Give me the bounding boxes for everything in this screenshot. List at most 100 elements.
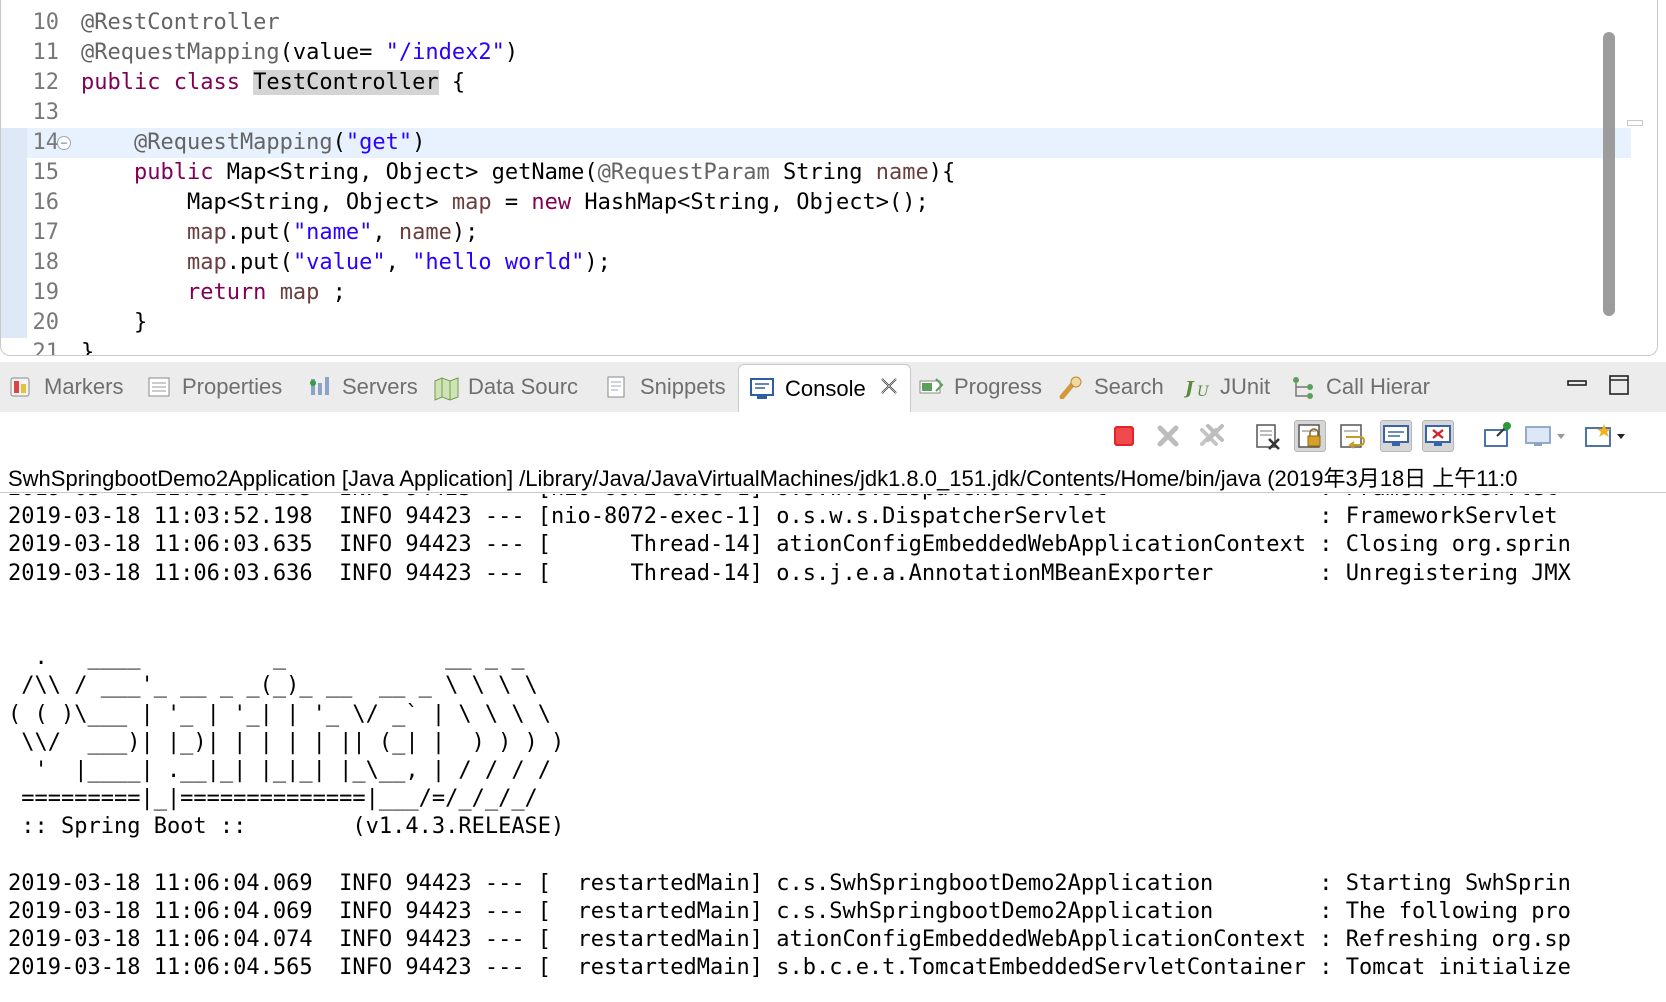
close-tab-icon[interactable] [878, 375, 900, 403]
display-selected-console-button[interactable] [1524, 420, 1568, 452]
view-tab-bar: Markers Properties Servers Data Sourc Snippe… [0, 362, 1666, 412]
markers-icon [8, 375, 34, 399]
tab-label: JUnit [1220, 374, 1271, 399]
code-token: @RequestParam [597, 160, 770, 185]
code-line[interactable]: 14− @RequestMapping("get") [1, 128, 1631, 158]
minimize-icon [1567, 380, 1587, 386]
code-token: "/index2" [385, 40, 505, 65]
tab-label: Servers [342, 374, 418, 399]
code-token: String [769, 160, 876, 185]
tab-label: Snippets [640, 374, 726, 399]
line-number: 19 [32, 280, 60, 305]
code-token: ){ [928, 160, 956, 185]
remove-icon [1157, 425, 1179, 447]
maximize-icon [1609, 375, 1629, 395]
code-token: "name" [292, 220, 373, 245]
code-token: "hello world" [412, 250, 585, 275]
code-token: , [372, 220, 399, 245]
code-token: ) [412, 130, 426, 155]
scroll-lock-button[interactable] [1294, 420, 1326, 452]
remove-all-terminated-button[interactable] [1196, 420, 1228, 452]
svg-text:U: U [1197, 384, 1210, 399]
clear-console-icon [1256, 424, 1280, 450]
code-line[interactable]: 18 map.put("value", "hello world"); [1, 248, 1631, 278]
console-line: 2019-03-18 11:06:03.636 INFO 94423 --- [… [8, 560, 1571, 586]
call-hierarchy-icon [1290, 375, 1316, 399]
code-text: map.put("value", "hello world"); [81, 248, 611, 278]
code-token: map [279, 280, 320, 305]
tab-search[interactable]: Search [1058, 362, 1164, 412]
code-line[interactable]: 21} [1, 338, 1631, 356]
code-token: map [81, 250, 227, 275]
code-token: name [398, 220, 452, 245]
terminate-button[interactable] [1108, 420, 1140, 452]
code-token: ( [332, 130, 346, 155]
code-line[interactable]: 15 public Map<String, Object> getName(@R… [1, 158, 1631, 188]
code-line[interactable]: 12 public class TestController { [1, 68, 1631, 98]
remove-all-icon [1200, 424, 1224, 446]
code-editor[interactable]: 10 @RestController 11 @RequestMapping(value… [0, 0, 1658, 356]
servers-icon [306, 375, 332, 399]
code-token: { [438, 70, 466, 95]
code-line[interactable]: 17 map.put("name", name); [1, 218, 1631, 248]
word-wrap-button[interactable] [1336, 420, 1368, 452]
tab-console[interactable]: Console [738, 364, 911, 412]
code-line[interactable]: 10 @RestController [1, 8, 1631, 38]
tab-progress[interactable]: Progress [918, 362, 1042, 412]
console-line: 2019-03-18 11:06:04.069 INFO 94423 --- [… [8, 870, 1571, 896]
code-line[interactable]: 20 } [1, 308, 1631, 338]
console-output[interactable]: 2019-03-18 11:03:52.195 INFO 94423 --- [… [0, 494, 1666, 1002]
code-token: map [81, 220, 227, 245]
code-token: TestController [253, 70, 439, 95]
code-line[interactable]: 13 [1, 98, 1631, 128]
console-line: /\\ / ___'_ __ _ _(_)_ __ __ _ \ \ \ \ [8, 673, 538, 699]
line-number: 21 [32, 340, 60, 356]
editor-vertical-scrollbar[interactable] [1603, 32, 1615, 316]
code-token: map [451, 190, 492, 215]
clear-console-button[interactable] [1252, 420, 1284, 452]
overview-ruler-marker[interactable] [1627, 120, 1643, 126]
console-line: ' |____| .__|_| |_|_| |_\__, | / / / / [8, 758, 552, 783]
terminate-icon [1114, 426, 1134, 446]
code-token: .put( [226, 220, 293, 245]
show-console-on-stdout-button[interactable] [1380, 420, 1412, 452]
code-token: .put( [226, 250, 293, 275]
maximize-view-button[interactable] [1608, 374, 1630, 395]
console-line: =========|_|==============|___/=/_/_/_/ [8, 786, 538, 812]
tab-data-sourc[interactable]: Data Sourc [432, 362, 578, 412]
code-token: HashMap<String, Object>(); [571, 190, 929, 215]
show-console-on-stderr-button[interactable] [1422, 420, 1454, 452]
open-console-button[interactable] [1584, 420, 1628, 452]
line-number: 16 [32, 190, 60, 215]
display-console-icon [1525, 426, 1565, 446]
tab-servers[interactable]: Servers [306, 362, 418, 412]
code-token: return [81, 280, 280, 305]
pin-console-button[interactable] [1482, 420, 1514, 452]
code-line[interactable]: 16 Map<String, Object> map = new HashMap… [1, 188, 1631, 218]
code-text: @RequestMapping("get") [81, 128, 425, 158]
scroll-lock-icon [1298, 424, 1321, 448]
properties-icon [146, 375, 172, 399]
tab-markers[interactable]: Markers [8, 362, 123, 412]
console-line: ( ( )\___ | '_ | '_| | '_ \/ _` | \ \ \ … [8, 701, 552, 727]
tab-call-hierar[interactable]: Call Hierar [1290, 362, 1430, 412]
tab-snippets[interactable]: Snippets [604, 362, 726, 412]
code-text: } [81, 338, 94, 355]
code-line[interactable]: 19 return map ; [1, 278, 1631, 308]
code-token: @RequestMapping [81, 40, 280, 65]
console-line: \\/ ___)| |_)| | | | | || (_| | ) ) ) ) [8, 729, 565, 755]
minimize-view-button[interactable] [1566, 374, 1588, 394]
svg-text:J: J [1184, 378, 1195, 399]
tab-label: Properties [182, 374, 283, 399]
line-number: 10 [32, 10, 60, 35]
remove-launch-button[interactable] [1152, 420, 1184, 452]
code-token: @RequestMapping [81, 130, 333, 155]
console-line: 2019-03-18 11:03:52.198 INFO 94423 --- [… [8, 504, 1558, 530]
line-number: 15 [32, 160, 60, 185]
tab-properties[interactable]: Properties [146, 362, 282, 412]
code-text: @RequestMapping(value= "/index2") [81, 38, 518, 68]
search-icon [1058, 375, 1084, 400]
tab-junit[interactable]: J U JUnit [1182, 362, 1271, 412]
code-line[interactable]: 11 @RequestMapping(value= "/index2") [1, 38, 1631, 68]
fold-collapse-icon[interactable]: − [57, 136, 71, 150]
